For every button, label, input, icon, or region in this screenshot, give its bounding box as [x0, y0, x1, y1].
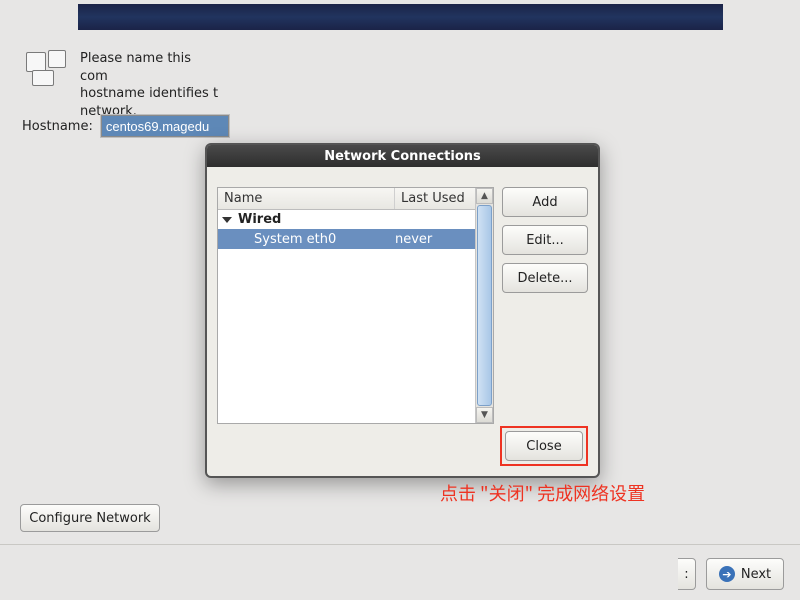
edit-button[interactable]: Edit... [502, 225, 588, 255]
group-label: Wired [238, 212, 281, 227]
arrow-right-icon: ➔ [719, 566, 735, 582]
scrollbar[interactable]: ▲ ▼ [475, 188, 493, 423]
description-text: Please name this com hostname identifies… [80, 50, 220, 120]
next-label: Next [741, 567, 771, 582]
list-header: Name Last Used [218, 188, 475, 210]
close-button[interactable]: Close [505, 431, 583, 461]
add-button[interactable]: Add [502, 187, 588, 217]
scroll-down-icon[interactable]: ▼ [476, 407, 493, 423]
next-button[interactable]: ➔ Next [706, 558, 784, 590]
scroll-up-icon[interactable]: ▲ [476, 188, 493, 204]
description-block: Please name this com hostname identifies… [26, 50, 220, 120]
back-button-fragment[interactable]: : [678, 558, 696, 590]
connection-last-used: never [395, 232, 475, 247]
annotation-text: 点击 "关闭" 完成网络设置 [440, 480, 645, 506]
chevron-down-icon [222, 217, 232, 223]
close-highlight: Close [500, 426, 588, 466]
connection-row[interactable]: System eth0 never [218, 229, 475, 249]
connections-list[interactable]: Name Last Used Wired System eth0 never ▲ [217, 187, 494, 424]
scroll-thumb[interactable] [477, 205, 492, 406]
column-last-used[interactable]: Last Used [395, 188, 475, 209]
hostname-label: Hostname: [22, 119, 93, 134]
column-name[interactable]: Name [218, 188, 395, 209]
network-connections-dialog: Network Connections Name Last Used Wired… [205, 143, 600, 478]
delete-button[interactable]: Delete... [502, 263, 588, 293]
configure-network-button[interactable]: Configure Network [20, 504, 160, 532]
connection-name: System eth0 [218, 232, 395, 247]
hostname-row: Hostname: [22, 115, 229, 137]
hosts-icon [26, 50, 68, 90]
group-wired[interactable]: Wired [218, 210, 475, 229]
dialog-title: Network Connections [207, 145, 598, 167]
divider [0, 544, 800, 545]
hostname-input[interactable] [101, 115, 229, 137]
header-banner [78, 4, 723, 30]
